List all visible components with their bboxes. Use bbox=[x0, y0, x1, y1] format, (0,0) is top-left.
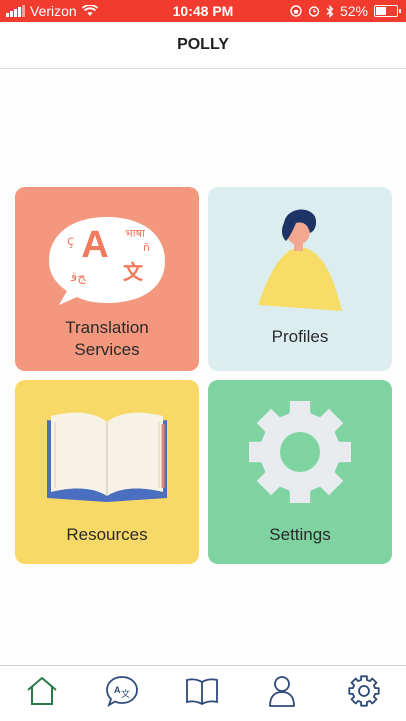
gear-hole bbox=[280, 432, 320, 472]
tab-resources[interactable] bbox=[185, 674, 219, 708]
battery-percent: 52% bbox=[339, 3, 368, 19]
status-bar: Verizon 10:48 PM 52% bbox=[0, 0, 406, 22]
page-title: POLLY bbox=[177, 36, 229, 53]
svg-text:A: A bbox=[114, 685, 121, 695]
tab-translation[interactable]: A 文 bbox=[105, 674, 139, 708]
glyph-han: 文 bbox=[123, 260, 144, 284]
tab-profiles[interactable] bbox=[265, 674, 299, 708]
home-icon bbox=[27, 677, 57, 705]
gear-outline bbox=[348, 675, 380, 707]
battery-icon bbox=[374, 5, 401, 17]
home-grid: A भाषा 文 ç ñ ﺞﻗ Translation Services Pro… bbox=[0, 69, 406, 665]
glyph-hindi: भाषा bbox=[125, 227, 145, 240]
svg-text:ñ: ñ bbox=[143, 241, 150, 254]
book-icon bbox=[186, 678, 218, 706]
status-right: 52% bbox=[290, 3, 401, 19]
tile-label: Settings bbox=[269, 525, 331, 544]
svg-text:ç: ç bbox=[67, 234, 74, 249]
svg-text:文: 文 bbox=[121, 688, 130, 700]
tile-label-line1: Translation bbox=[65, 318, 149, 337]
tile-translation-services[interactable]: A भाषा 文 ç ñ ﺞﻗ Translation Services bbox=[15, 187, 199, 371]
svg-text:ﺞﻗ: ﺞﻗ bbox=[70, 270, 86, 285]
tile-profiles[interactable]: Profiles bbox=[208, 187, 392, 371]
translate-chat-icon: A 文 bbox=[106, 676, 138, 707]
lock-rotation-icon bbox=[290, 5, 302, 17]
tile-label: Translation Services bbox=[15, 317, 199, 361]
navigation-bar: POLLY bbox=[0, 22, 406, 69]
tile-label-line2: Services bbox=[74, 340, 140, 359]
glyph-a: A bbox=[81, 224, 108, 266]
tile-resources[interactable]: Resources bbox=[15, 380, 199, 564]
tile-settings[interactable]: Settings bbox=[208, 380, 392, 564]
tab-settings[interactable] bbox=[347, 674, 381, 708]
gear-hole bbox=[358, 685, 370, 697]
tab-bar: A 文 bbox=[0, 665, 406, 721]
person-icon bbox=[269, 676, 295, 707]
gear-icon bbox=[348, 675, 380, 707]
tab-home[interactable] bbox=[25, 674, 59, 708]
tile-label: Profiles bbox=[271, 327, 329, 346]
bluetooth-icon bbox=[326, 4, 334, 18]
alarm-icon bbox=[308, 6, 320, 17]
tile-label: Resources bbox=[66, 525, 148, 544]
